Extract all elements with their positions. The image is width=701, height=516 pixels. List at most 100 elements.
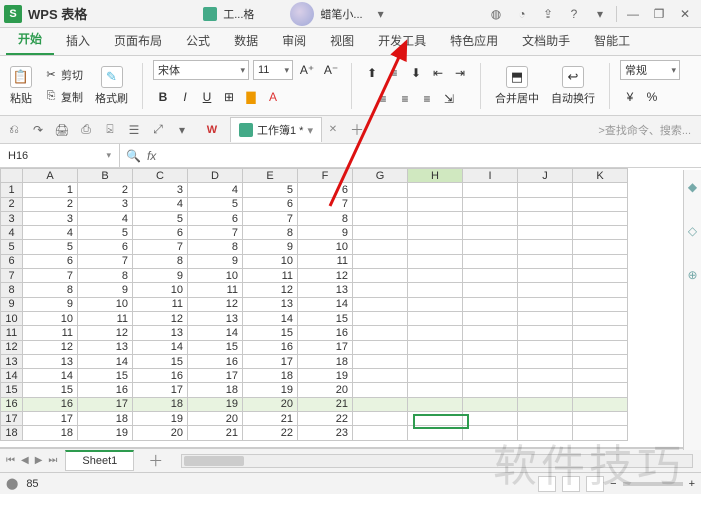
merge-center-button[interactable]: ⬒ 合并居中 (491, 64, 543, 108)
cell-J15[interactable] (518, 383, 573, 397)
menu-tab-6[interactable]: 视图 (318, 27, 366, 55)
row-header-12[interactable]: 12 (1, 340, 23, 354)
cell-K3[interactable] (573, 211, 628, 225)
cell-A6[interactable]: 6 (23, 254, 78, 268)
fx-search-icon[interactable]: 🔍 (126, 149, 141, 163)
cell-I8[interactable] (463, 283, 518, 297)
cell-H9[interactable] (408, 297, 463, 311)
cell-H15[interactable] (408, 383, 463, 397)
cell-K18[interactable] (573, 426, 628, 440)
cell-K2[interactable] (573, 197, 628, 211)
cell-G4[interactable] (353, 226, 408, 240)
cell-B3[interactable]: 4 (78, 211, 133, 225)
cell-D3[interactable]: 6 (188, 211, 243, 225)
cell-E6[interactable]: 10 (243, 254, 298, 268)
cell-J13[interactable] (518, 354, 573, 368)
cell-E14[interactable]: 18 (243, 369, 298, 383)
align-middle-button[interactable]: ≡ (384, 64, 404, 82)
cell-B10[interactable]: 11 (78, 311, 133, 325)
cell-D7[interactable]: 10 (188, 269, 243, 283)
cell-B13[interactable]: 14 (78, 354, 133, 368)
cell-H13[interactable] (408, 354, 463, 368)
cell-C7[interactable]: 9 (133, 269, 188, 283)
cell-D2[interactable]: 5 (188, 197, 243, 211)
increase-font-button[interactable]: A⁺ (297, 61, 317, 79)
sheet-nav-prev-icon[interactable]: ◀ (19, 455, 31, 466)
orientation-button[interactable]: ⇲ (439, 90, 459, 108)
cell-D11[interactable]: 14 (188, 326, 243, 340)
cell-C6[interactable]: 8 (133, 254, 188, 268)
cell-K17[interactable] (573, 412, 628, 426)
cell-I13[interactable] (463, 354, 518, 368)
view-break-button[interactable] (586, 476, 604, 492)
cell-A16[interactable]: 16 (23, 397, 78, 411)
cell-D10[interactable]: 13 (188, 311, 243, 325)
cell-B11[interactable]: 12 (78, 326, 133, 340)
row-header-2[interactable]: 2 (1, 197, 23, 211)
cell-C12[interactable]: 14 (133, 340, 188, 354)
cell-J9[interactable] (518, 297, 573, 311)
cell-A18[interactable]: 18 (23, 426, 78, 440)
cell-K14[interactable] (573, 369, 628, 383)
cell-K1[interactable] (573, 183, 628, 197)
qat-icon-1[interactable]: ⍄ (100, 120, 120, 140)
qat-icon-3[interactable]: ⤢ (148, 120, 168, 140)
cell-A4[interactable]: 4 (23, 226, 78, 240)
side-panel[interactable]: ◆ ◇ ⊕ (683, 170, 701, 450)
row-header-4[interactable]: 4 (1, 226, 23, 240)
cell-A1[interactable]: 1 (23, 183, 78, 197)
record-icon[interactable]: ⬤ (6, 477, 18, 490)
cell-B5[interactable]: 6 (78, 240, 133, 254)
col-header-K[interactable]: K (573, 169, 628, 183)
cell-D6[interactable]: 9 (188, 254, 243, 268)
undo-button[interactable]: ⎌ (4, 120, 24, 140)
help-icon[interactable]: ? (562, 3, 586, 25)
cell-J6[interactable] (518, 254, 573, 268)
cell-B14[interactable]: 15 (78, 369, 133, 383)
cell-F9[interactable]: 14 (298, 297, 353, 311)
cell-B16[interactable]: 17 (78, 397, 133, 411)
cell-A11[interactable]: 11 (23, 326, 78, 340)
panel-icon-2[interactable]: ◇ (688, 224, 697, 238)
cell-H3[interactable] (408, 211, 463, 225)
cell-H6[interactable] (408, 254, 463, 268)
view-page-button[interactable] (562, 476, 580, 492)
cell-G8[interactable] (353, 283, 408, 297)
cell-D1[interactable]: 4 (188, 183, 243, 197)
col-header-F[interactable]: F (298, 169, 353, 183)
cell-G1[interactable] (353, 183, 408, 197)
cell-I5[interactable] (463, 240, 518, 254)
cell-K15[interactable] (573, 383, 628, 397)
col-header-A[interactable]: A (23, 169, 78, 183)
name-box[interactable]: H16 (0, 144, 120, 167)
font-name-combo[interactable]: 宋体 (153, 60, 249, 80)
row-header-11[interactable]: 11 (1, 326, 23, 340)
cell-F12[interactable]: 17 (298, 340, 353, 354)
cell-C9[interactable]: 11 (133, 297, 188, 311)
col-header-H[interactable]: H (408, 169, 463, 183)
copy-button[interactable]: ⎘ 复制 (40, 87, 87, 107)
cell-G5[interactable] (353, 240, 408, 254)
cell-K11[interactable] (573, 326, 628, 340)
qat-more-icon[interactable]: ▾ (172, 120, 192, 140)
col-header-E[interactable]: E (243, 169, 298, 183)
horizontal-scrollbar[interactable] (181, 454, 693, 468)
cell-I17[interactable] (463, 412, 518, 426)
user-dropdown-icon[interactable]: ▾ (369, 3, 393, 25)
cell-F1[interactable]: 6 (298, 183, 353, 197)
cell-K7[interactable] (573, 269, 628, 283)
cell-F3[interactable]: 8 (298, 211, 353, 225)
row-header-7[interactable]: 7 (1, 269, 23, 283)
cell-A15[interactable]: 15 (23, 383, 78, 397)
cell-G9[interactable] (353, 297, 408, 311)
spreadsheet-area[interactable]: ABCDEFGHIJK11234562234567334567844567895… (0, 168, 701, 448)
cell-J7[interactable] (518, 269, 573, 283)
indent-increase-button[interactable]: ⇥ (450, 64, 470, 82)
cell-I1[interactable] (463, 183, 518, 197)
menu-tab-1[interactable]: 插入 (54, 27, 102, 55)
percent-button[interactable]: % (642, 88, 662, 106)
row-header-1[interactable]: 1 (1, 183, 23, 197)
cell-J12[interactable] (518, 340, 573, 354)
minimize-button[interactable]: — (621, 3, 645, 25)
cell-J18[interactable] (518, 426, 573, 440)
